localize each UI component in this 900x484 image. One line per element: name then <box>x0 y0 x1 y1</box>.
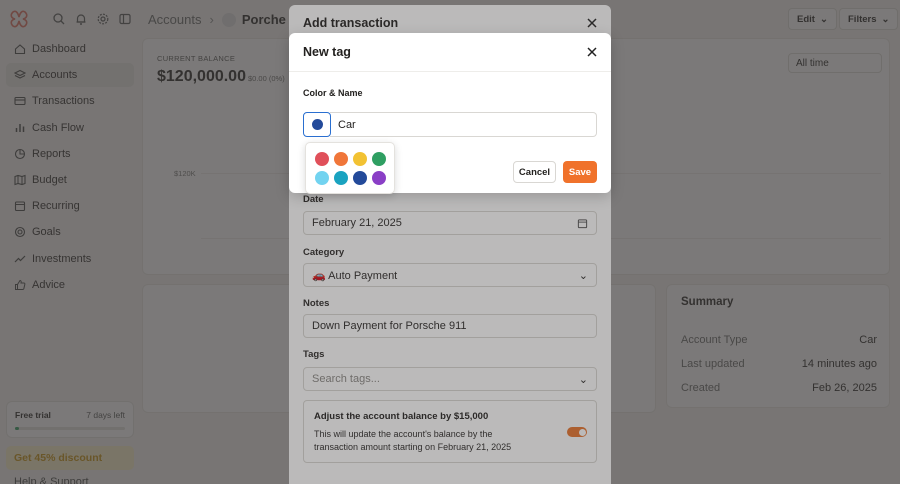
color-swatch[interactable] <box>353 152 367 166</box>
color-picker-button[interactable] <box>303 112 331 137</box>
save-button[interactable]: Save <box>563 161 597 183</box>
selected-color-dot <box>311 119 323 130</box>
tag-name-value: Car <box>338 118 356 131</box>
close-icon[interactable] <box>586 46 598 58</box>
color-name-label: Color & Name <box>303 88 363 98</box>
color-swatch[interactable] <box>372 171 386 185</box>
divider <box>289 71 611 72</box>
cancel-button[interactable]: Cancel <box>513 161 556 183</box>
color-swatch[interactable] <box>334 152 348 166</box>
color-swatch[interactable] <box>334 171 348 185</box>
color-swatch[interactable] <box>315 152 329 166</box>
color-swatch[interactable] <box>315 171 329 185</box>
color-swatch-popover <box>305 142 395 194</box>
tag-name-input[interactable]: Car <box>330 112 597 137</box>
modal-title: New tag <box>303 45 351 59</box>
color-swatch[interactable] <box>353 171 367 185</box>
color-swatch[interactable] <box>372 152 386 166</box>
